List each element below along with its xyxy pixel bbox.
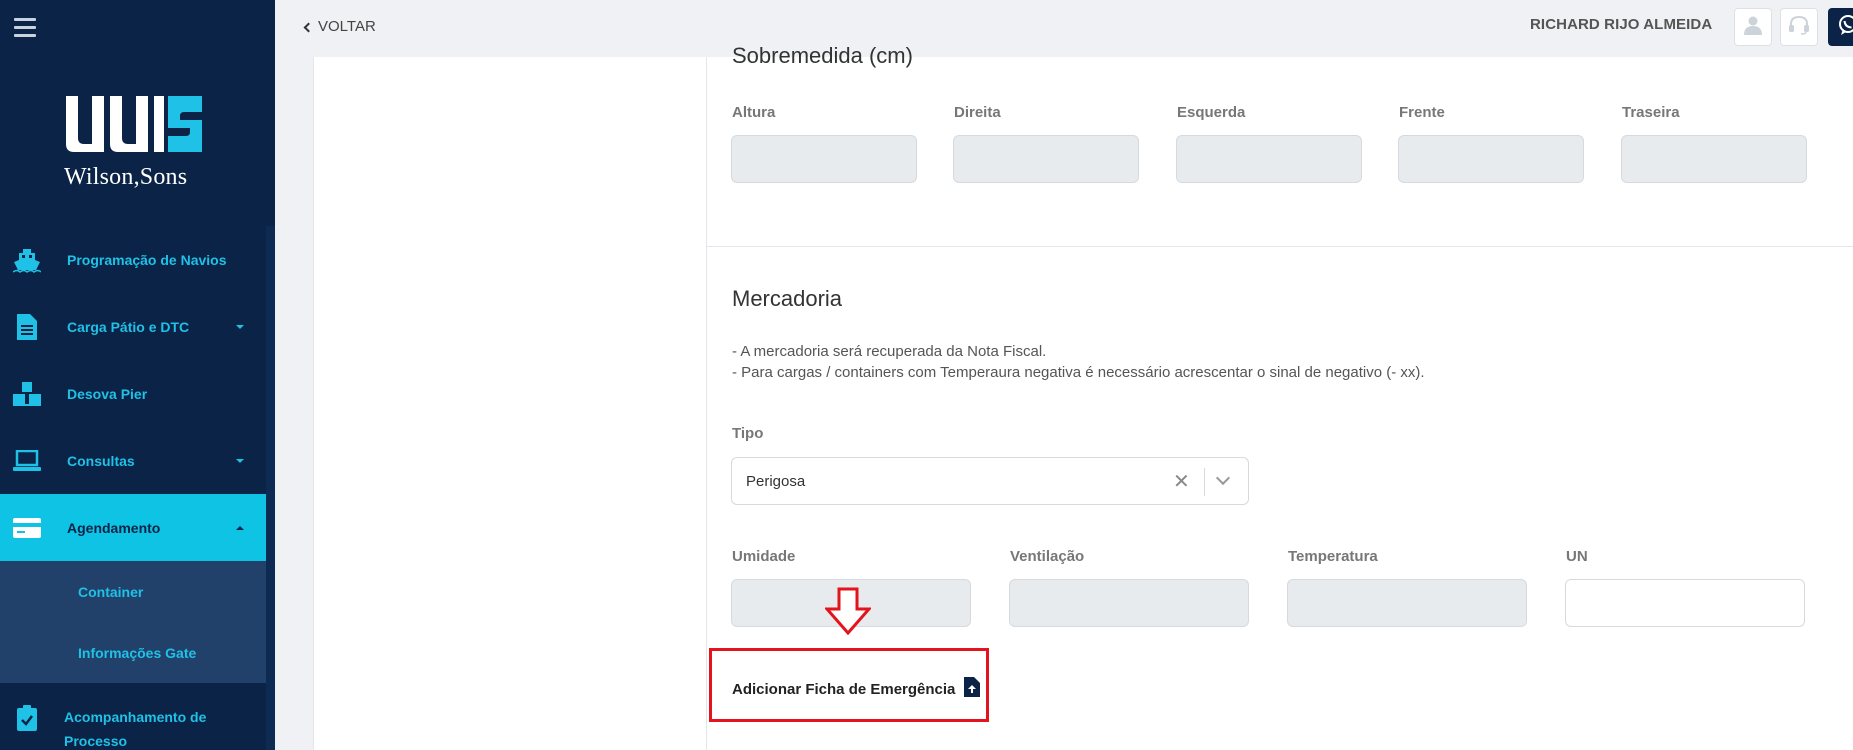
chevron-down-icon: [236, 324, 244, 329]
headset-icon: [1788, 15, 1810, 40]
clear-icon[interactable]: ✕: [1173, 469, 1190, 494]
arrow-down-icon: [825, 587, 871, 635]
brand-logo-mark: [66, 96, 202, 152]
sidebar-item-agendamento[interactable]: Agendamento: [0, 494, 275, 561]
content-left-panel: [313, 57, 706, 750]
rear-label: Traseira: [1622, 104, 1680, 121]
submenu-item-container[interactable]: Container: [0, 561, 275, 622]
laptop-icon: [12, 446, 42, 476]
sidebar-item-label: Carga Pátio e DTC: [67, 318, 190, 335]
user-icon: [1743, 15, 1763, 40]
submenu-item-informacoes-gate[interactable]: Informações Gate: [0, 622, 275, 683]
select-separator: [1204, 468, 1205, 496]
cargo-note: - A mercadoria será recuperada da Nota F…: [732, 343, 1047, 360]
left-label: Esquerda: [1177, 104, 1246, 121]
sidebar-item-label: Agendamento: [67, 519, 161, 536]
sidebar-item-label: Programação de Navios: [67, 251, 227, 268]
sidebar-item-desova-pier[interactable]: Desova Pier: [0, 360, 275, 427]
sidebar-item-label: Acompanhamento de Processo: [64, 709, 207, 749]
boxes-icon: [12, 379, 42, 409]
brand-name: Wilson,Sons: [64, 164, 188, 190]
left-field[interactable]: [1176, 135, 1362, 183]
brand-logo: Wilson,Sons: [64, 94, 204, 191]
type-select-value: Perigosa: [746, 473, 806, 490]
sidebar-item-programacao-navios[interactable]: Programação de Navios: [0, 226, 275, 293]
user-name: RICHARD RIJO ALMEIDA: [1530, 16, 1713, 33]
topbar: VOLTAR RICHARD RIJO ALMEIDA: [275, 0, 1853, 57]
support-button[interactable]: [1780, 8, 1818, 46]
back-label: VOLTAR: [318, 18, 376, 35]
temperature-field[interactable]: [1287, 579, 1527, 627]
menu-toggle-icon[interactable]: [14, 18, 36, 38]
chevron-down-icon[interactable]: [1215, 470, 1231, 486]
sidebar-scrollbar[interactable]: [266, 226, 275, 750]
temperature-label: Temperatura: [1288, 548, 1378, 565]
sidebar: Wilson,Sons Programação de Navios Carga …: [0, 0, 275, 750]
height-field[interactable]: [731, 135, 917, 183]
whatsapp-button[interactable]: [1828, 8, 1853, 46]
chevron-left-icon: [303, 22, 314, 32]
type-select[interactable]: Perigosa ✕: [731, 457, 1249, 505]
oversize-section-title: Sobremedida (cm): [732, 43, 913, 68]
right-label: Direita: [954, 104, 1001, 121]
section-divider: [707, 246, 1853, 247]
cargo-section-title: Mercadoria: [732, 286, 843, 311]
type-label: Tipo: [732, 425, 764, 442]
sidebar-item-label: Consultas: [67, 452, 135, 469]
document-icon: [12, 312, 42, 342]
add-emergency-sheet-button[interactable]: Adicionar Ficha de Emergência: [732, 677, 981, 701]
chevron-up-icon: [236, 525, 244, 530]
back-button[interactable]: VOLTAR: [303, 18, 376, 35]
rear-field[interactable]: [1621, 135, 1807, 183]
front-field[interactable]: [1398, 135, 1584, 183]
whatsapp-icon: [1837, 14, 1853, 41]
user-profile-button[interactable]: [1734, 8, 1772, 46]
un-label: UN: [1566, 548, 1588, 565]
sidebar-item-label: Desova Pier: [67, 385, 148, 402]
height-label: Altura: [732, 104, 776, 121]
sidebar-item-consultas[interactable]: Consultas: [0, 427, 275, 494]
un-field[interactable]: [1565, 579, 1805, 627]
clipboard-check-icon: [12, 703, 42, 733]
right-field[interactable]: [953, 135, 1139, 183]
sidebar-item-carga-patio[interactable]: Carga Pátio e DTC: [0, 293, 275, 360]
card-icon: [12, 513, 42, 543]
ventilation-field[interactable]: [1009, 579, 1249, 627]
file-upload-icon: [964, 677, 981, 701]
chevron-down-icon: [236, 458, 244, 463]
content-main-panel: Sobremedida (cm) Altura Direita Esquerda…: [706, 43, 1853, 750]
cargo-note: - Para cargas / containers com Temperaur…: [732, 364, 1425, 381]
sidebar-nav: Programação de Navios Carga Pátio e DTC …: [0, 226, 275, 750]
add-emergency-sheet-label: Adicionar Ficha de Emergência: [732, 680, 956, 698]
front-label: Frente: [1399, 104, 1445, 121]
ship-icon: [12, 245, 42, 275]
humidity-label: Umidade: [732, 548, 796, 565]
ventilation-label: Ventilação: [1010, 548, 1085, 565]
agendamento-submenu: Container Informações Gate: [0, 561, 275, 683]
sidebar-item-acompanhamento[interactable]: Acompanhamento de Processo: [0, 683, 275, 750]
